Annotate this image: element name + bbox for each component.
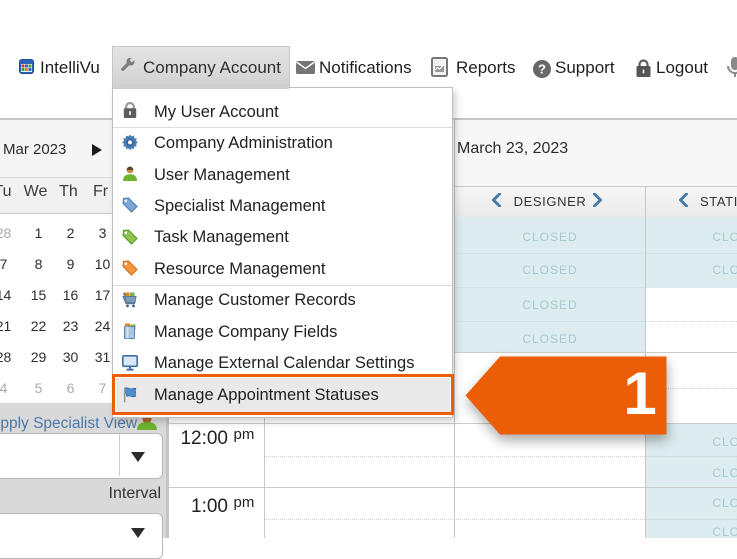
svg-text:?: ? [538, 62, 546, 77]
svg-text:1: 1 [623, 360, 656, 427]
